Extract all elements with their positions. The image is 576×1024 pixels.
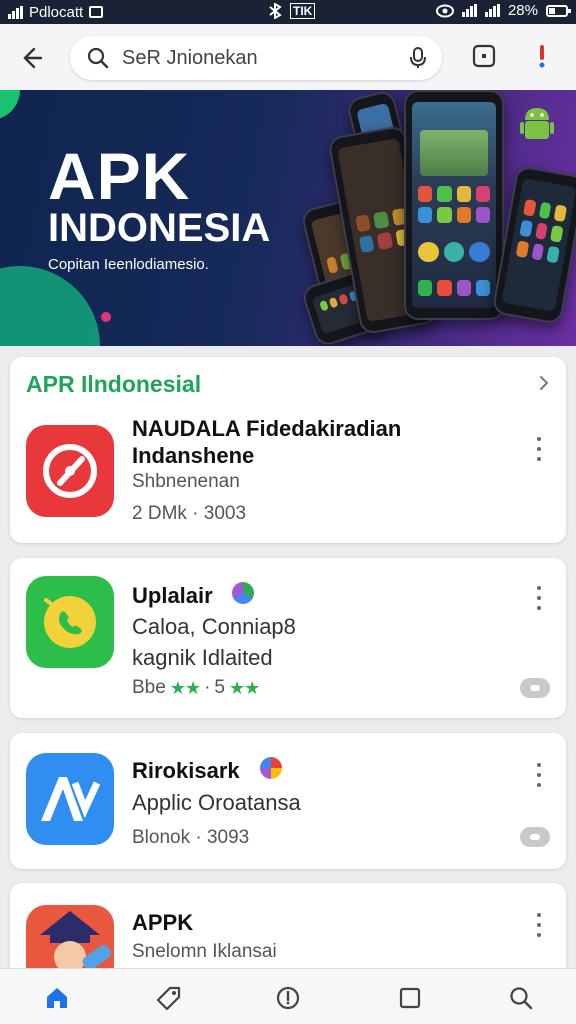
- verified-badge-icon: [260, 757, 282, 779]
- search-input[interactable]: [122, 46, 392, 70]
- rating-separator: ·: [204, 677, 211, 698]
- nfc-label: TIK: [290, 3, 316, 19]
- rating-value: 5: [214, 677, 225, 698]
- banner-subtitle: INDONESIA: [48, 206, 271, 250]
- app-subtitle-2: kagnik Idlaited: [132, 645, 273, 670]
- notification-icon: [89, 6, 104, 18]
- app-icon-phone[interactable]: [26, 576, 114, 668]
- app-subtitle: Snelomn Iklansai: [132, 941, 277, 962]
- top-app-bar: [0, 24, 576, 90]
- more-vert-icon[interactable]: [535, 586, 543, 610]
- banner-dot: [101, 312, 111, 322]
- search-nav-icon: [510, 987, 533, 1010]
- app-subtitle: Caloa, Conniap8: [132, 614, 296, 639]
- section-title: APR Ilndonesial: [26, 371, 202, 397]
- search-icon: [87, 47, 109, 69]
- back-arrow-icon: [23, 47, 43, 69]
- more-vert-icon[interactable]: [535, 763, 543, 787]
- app-card[interactable]: Rirokisark Applic Oroatansa Blonok · 309…: [10, 733, 566, 869]
- banner-title: APK: [48, 139, 191, 213]
- app-title[interactable]: APPK: [132, 909, 193, 936]
- back-button[interactable]: [14, 40, 50, 76]
- nav-explore[interactable]: [275, 985, 301, 1011]
- nav-tags[interactable]: [156, 985, 182, 1011]
- app-title[interactable]: Uplalair: [132, 582, 213, 609]
- app-rating: Bbe ★★ · 5 ★★: [132, 677, 260, 699]
- phone-illustration-main: [404, 90, 504, 320]
- home-icon: [47, 988, 67, 1008]
- app-card[interactable]: Uplalair Caloa, Conniap8 kagnik Idlaited…: [10, 558, 566, 718]
- battery-percent: 28%: [507, 2, 538, 19]
- rating-prefix: Bbe: [132, 677, 166, 698]
- app-title[interactable]: Rirokisark: [132, 757, 240, 784]
- signal-icon-2: [461, 4, 477, 17]
- banner-tagline: Copitan Ieenlodiamesio.: [48, 256, 209, 273]
- android-robot-icon: [520, 104, 554, 144]
- app-meta: Blonok · 3093: [132, 827, 250, 848]
- tag-icon: [156, 986, 181, 1011]
- more-vert-icon[interactable]: [535, 913, 543, 937]
- promo-banner[interactable]: APK INDONESIA Copitan Ieenlodiamesio.: [0, 90, 576, 346]
- eye-icon: [435, 4, 454, 17]
- compass-icon: [276, 986, 300, 1010]
- phone-illustration-right: [491, 165, 576, 325]
- banner-decoration-2: [0, 90, 20, 120]
- speedometer-icon: [43, 444, 97, 498]
- app-subtitle: Shbnenenan: [132, 471, 240, 492]
- bluetooth-icon: [269, 3, 282, 19]
- square-nav-icon: [399, 987, 421, 1009]
- verified-badge-icon: [232, 582, 254, 604]
- app-icon-speedometer[interactable]: [26, 425, 114, 517]
- mic-icon[interactable]: [406, 46, 430, 70]
- alert-button[interactable]: [530, 40, 554, 72]
- chevron-right-icon[interactable]: [536, 375, 552, 391]
- app-title[interactable]: NAUDALA Fidedakiradian Indanshene: [132, 415, 432, 469]
- toggle-pill[interactable]: [520, 678, 550, 698]
- app-icon-av[interactable]: [26, 753, 114, 845]
- av-logo-icon: [41, 777, 101, 821]
- star-rating-icon-2: ★★: [229, 677, 260, 698]
- bottom-navigation: [0, 968, 576, 1024]
- banner-decoration: [0, 266, 100, 346]
- carrier-label: Pdlocatt: [29, 3, 84, 21]
- battery-icon: [546, 4, 571, 17]
- signal-icon-3: [484, 4, 500, 17]
- nav-home[interactable]: [44, 985, 70, 1011]
- search-bar[interactable]: [70, 36, 442, 80]
- status-bar: Pdlocatt TIK 28%: [0, 0, 576, 24]
- star-rating-icon: ★★: [169, 677, 201, 698]
- nav-search[interactable]: [508, 985, 534, 1011]
- more-vert-icon[interactable]: [535, 437, 543, 461]
- exclamation-icon: [539, 45, 545, 68]
- phone-call-icon: [44, 596, 96, 648]
- square-icon: [472, 44, 496, 68]
- tabs-button[interactable]: [468, 40, 500, 72]
- signal-icon: [8, 5, 23, 19]
- nav-library[interactable]: [397, 985, 423, 1011]
- toggle-pill[interactable]: [520, 827, 550, 847]
- app-meta: 2 DMk · 3003: [132, 503, 247, 524]
- app-subtitle: Applic Oroatansa: [132, 790, 301, 815]
- app-section-card[interactable]: APR Ilndonesial NAUDALA Fidedakiradian I…: [10, 357, 566, 543]
- phone-wallpaper: [420, 130, 488, 176]
